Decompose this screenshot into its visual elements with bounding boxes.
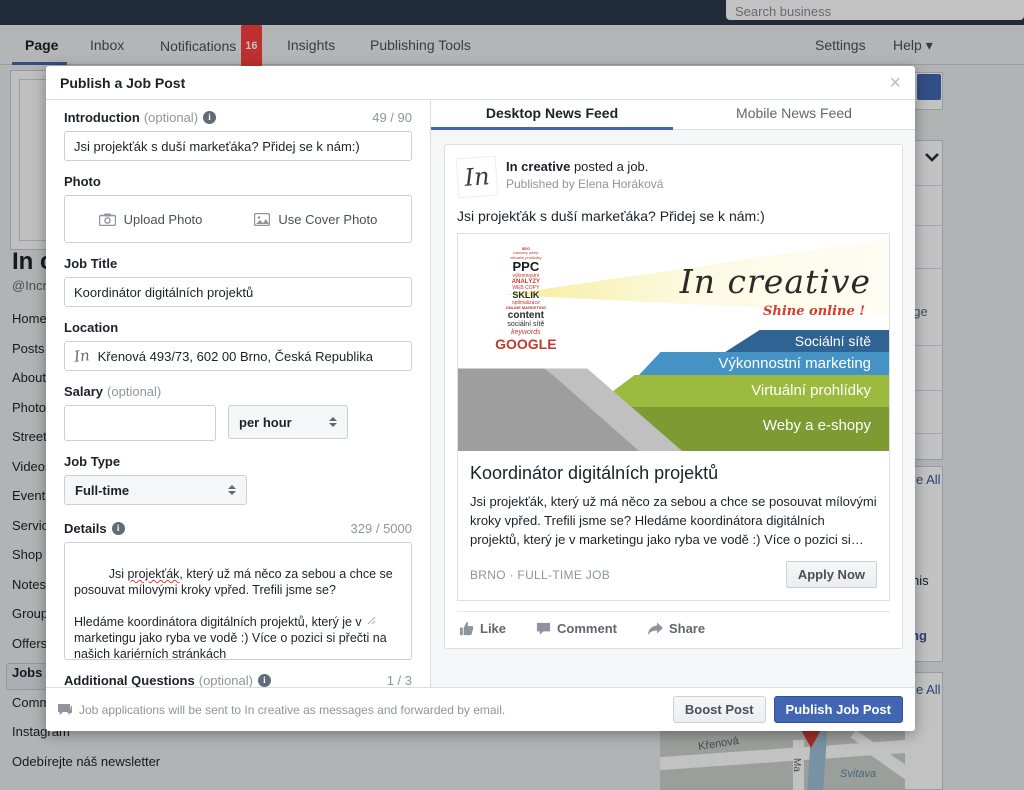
job-title-input[interactable]: Koordinátor digitálních projektů [64,277,412,307]
location-label: Location [64,320,118,335]
thumbs-up-icon [459,621,474,636]
job-type-label: Job Type [64,454,120,469]
select-arrows-icon [315,417,337,427]
location-input[interactable]: In Křenová 493/73, 602 00 Brno, Česká Re… [64,341,412,371]
preview-tabs: Desktop News Feed Mobile News Feed [431,100,915,130]
additional-questions-label: Additional Questions [64,673,195,688]
post-actions: Like Comment [457,611,890,636]
job-post-form: Introduction (optional) i 49 / 90 Jsi pr… [46,100,430,687]
salary-input[interactable] [64,405,216,441]
resize-grip-icon[interactable] [367,584,409,657]
boost-post-button[interactable]: Boost Post [673,696,766,723]
word-lighthouse: SEObannery webyvirtuální prohlídkyPPCvýk… [484,247,568,352]
job-banner-image: Sociální sítě Výkonnostní marketing Virt… [458,234,889,451]
lighthouse-word: sociální sítě [484,321,568,329]
job-card-meta: BRNO · FULL-TIME JOB [470,568,610,582]
page-logo-icon: In [73,346,90,366]
introduction-counter: 49 / 90 [372,110,412,125]
post-published-by: Published by Elena Horáková [506,177,663,191]
optional-hint: (optional) [144,110,198,125]
job-title-label: Job Title [64,256,117,271]
apply-now-button[interactable]: Apply Now [786,561,877,588]
image-icon [254,213,270,226]
share-icon [647,622,663,636]
info-icon[interactable]: i [203,111,216,124]
optional-hint: (optional) [199,673,253,688]
close-icon[interactable]: × [889,73,901,93]
lighthouse-word: PPC [484,260,568,274]
message-bubble-icon [58,704,72,716]
details-text-segment: Jsi [109,567,128,581]
like-button[interactable]: Like [459,621,506,636]
photo-box: Upload Photo Use Cover Photo [64,195,412,243]
comment-button[interactable]: Comment [536,621,617,636]
post-page-name[interactable]: In creative [506,159,570,174]
tab-mobile-news-feed[interactable]: Mobile News Feed [673,100,915,129]
details-counter: 329 / 5000 [351,521,412,536]
modal-title: Publish a Job Post [60,75,185,91]
lighthouse-word: content [484,311,568,322]
photo-label: Photo [64,174,101,189]
post-action-text: posted a job. [570,159,648,174]
salary-label: Salary [64,384,103,399]
details-label: Details [64,521,107,536]
brand-tagline: Shine online ! [763,304,865,319]
job-type-select[interactable]: Full-time [64,475,247,505]
introduction-label: Introduction [64,110,140,125]
share-button[interactable]: Share [647,621,705,636]
salary-unit-select[interactable]: per hour [228,405,348,439]
optional-hint: (optional) [107,384,161,399]
post-intro-text: Jsi projekťák s duší markeťáka? Přidej s… [457,208,890,224]
post-preview-card: In In creative posted a job. Published b… [444,144,903,649]
details-textarea[interactable]: Jsi projekťák, který už má něco za sebou… [64,542,412,660]
footer-note: Job applications will be sent to In crea… [58,703,505,717]
publish-job-post-modal: Publish a Job Post × Introduction (optio… [46,66,915,731]
brand-wordmark: In creative [680,262,871,301]
modal-header: Publish a Job Post × [46,66,915,100]
job-card-description: Jsi projekťák, který už má něco za sebou… [470,492,877,549]
publish-job-post-button[interactable]: Publish Job Post [774,696,903,723]
additional-questions-counter: 1 / 3 [387,673,412,688]
use-cover-photo-button[interactable]: Use Cover Photo [254,212,377,227]
details-text-segment: projekťák [127,567,179,581]
comment-icon [536,621,551,636]
post-preview-panel: Desktop News Feed Mobile News Feed In In… [430,100,915,687]
job-card-title[interactable]: Koordinátor digitálních projektů [470,463,877,484]
page-logo-avatar: In [456,156,499,199]
upload-photo-button[interactable]: Upload Photo [99,212,203,227]
info-icon[interactable]: i [258,674,271,687]
lighthouse-word: GOOGLE [484,337,568,352]
job-attachment[interactable]: Sociální sítě Výkonnostní marketing Virt… [457,233,890,601]
select-arrows-icon [214,485,236,495]
info-icon[interactable]: i [112,522,125,535]
introduction-input[interactable]: Jsi projekťák s duší markeťáka? Přidej s… [64,131,412,161]
modal-footer: Job applications will be sent to In crea… [46,687,915,731]
tab-desktop-news-feed[interactable]: Desktop News Feed [431,100,673,129]
camera-icon [99,213,116,226]
facebook-page-admin: Page Inbox Notifications16 Insights Publ… [0,0,1024,790]
